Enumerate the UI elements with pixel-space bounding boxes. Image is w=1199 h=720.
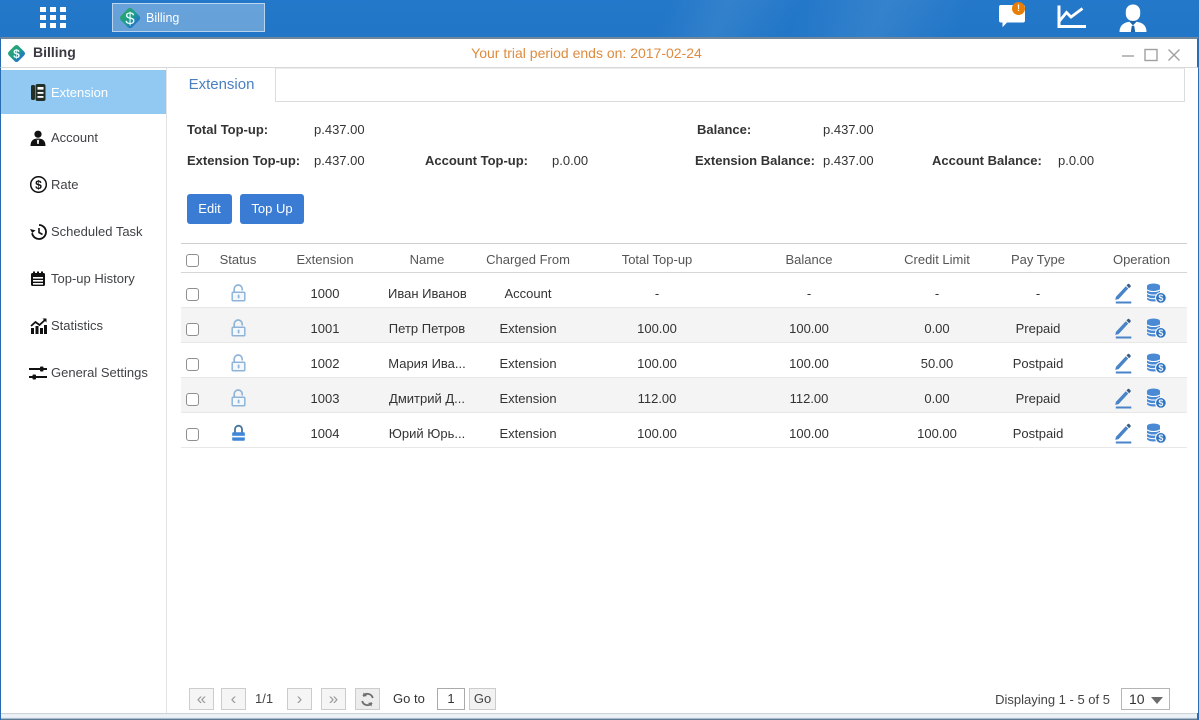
svg-text:$: $ <box>125 9 135 28</box>
svg-text:$: $ <box>35 178 42 192</box>
